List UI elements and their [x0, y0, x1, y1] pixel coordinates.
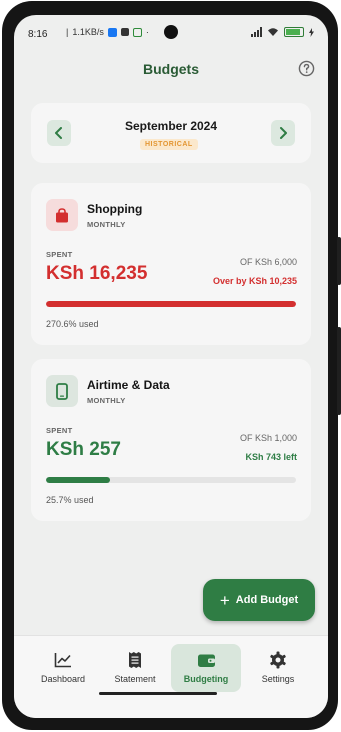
- plus-icon: +: [219, 590, 230, 610]
- facebook-icon: [107, 27, 117, 37]
- used-percentage: 25.7% used: [46, 495, 94, 505]
- help-circle-icon[interactable]: [298, 60, 315, 77]
- spent-amount: KSh 16,235: [46, 263, 148, 284]
- battery-icon: [284, 27, 304, 37]
- screen: 8:16 | 1.1KB/s · Budgets September 2024 …: [14, 15, 328, 718]
- phone-frame: 8:16 | 1.1KB/s · Budgets September 2024 …: [2, 1, 341, 730]
- progress-fill: [46, 301, 296, 307]
- bottom-navigation: Dashboard Statement Budgeting Settings: [14, 635, 328, 718]
- category-icon-box: [46, 375, 78, 407]
- progress-bar: [46, 301, 296, 307]
- used-percentage: 270.6% used: [46, 319, 99, 329]
- month-selector: September 2024 HISTORICAL: [31, 103, 311, 163]
- budget-name: Shopping: [87, 202, 143, 216]
- message-icon: [120, 28, 129, 36]
- smartphone-icon: [56, 382, 68, 400]
- progress-fill: [46, 477, 111, 483]
- network-speed: 1.1KB/s: [72, 27, 104, 37]
- budget-limit: OF KSh 6,000: [239, 257, 297, 267]
- gear-icon: [270, 651, 286, 669]
- status-right-icons: [251, 27, 314, 37]
- nav-item-budgeting[interactable]: Budgeting: [171, 644, 241, 692]
- volume-button: [337, 327, 341, 415]
- month-label: September 2024: [124, 119, 218, 133]
- home-indicator: [99, 692, 217, 695]
- next-month-button[interactable]: [271, 120, 295, 146]
- budget-limit: OF KSh 1,000: [239, 433, 297, 443]
- historical-badge: HISTORICAL: [140, 139, 198, 150]
- nav-item-dashboard[interactable]: Dashboard: [28, 644, 98, 692]
- budget-card-shopping[interactable]: Shopping MONTHLY SPENT KSh 16,235 OF KSh…: [31, 183, 311, 345]
- nav-label: Dashboard: [40, 674, 86, 684]
- receipt-icon: [129, 652, 141, 668]
- page-title: Budgets: [143, 61, 199, 77]
- budget-card-airtime-data[interactable]: Airtime & Data MONTHLY SPENT KSh 257 OF …: [31, 359, 311, 521]
- nav-item-settings[interactable]: Settings: [243, 644, 313, 692]
- spent-label: SPENT: [46, 426, 73, 435]
- spent-label: SPENT: [46, 250, 73, 259]
- budget-name: Airtime & Data: [87, 378, 170, 392]
- nav-item-statement[interactable]: Statement: [100, 644, 170, 692]
- nav-label: Settings: [261, 674, 295, 684]
- nav-label: Statement: [114, 674, 156, 684]
- status-bar: 8:16 | 1.1KB/s ·: [14, 15, 328, 51]
- budget-status: Over by KSh 10,235: [212, 276, 297, 286]
- wifi-icon: [268, 28, 278, 36]
- status-divider: |: [66, 27, 69, 37]
- budget-period: MONTHLY: [87, 396, 126, 405]
- add-budget-label: Add Budget: [235, 594, 299, 606]
- shopping-bag-icon: [56, 207, 68, 222]
- status-left-icons: | 1.1KB/s ·: [66, 27, 149, 37]
- budget-period: MONTHLY: [87, 220, 126, 229]
- signal-icon: [251, 27, 262, 37]
- chevron-right-icon: [280, 127, 287, 139]
- nav-label: Budgeting: [183, 674, 229, 684]
- progress-bar: [46, 477, 296, 483]
- charging-icon: [309, 27, 314, 37]
- category-icon-box: [46, 199, 78, 231]
- front-camera: [164, 25, 178, 39]
- battery-fill: [286, 29, 301, 35]
- power-button: [337, 237, 341, 285]
- status-time: 8:16: [28, 29, 48, 40]
- app-notification-icon: [132, 27, 142, 37]
- more-dot-icon: ·: [145, 27, 149, 37]
- budget-status: KSh 743 left: [245, 452, 297, 462]
- wallet-icon: [197, 654, 215, 667]
- spent-amount: KSh 257: [46, 439, 121, 460]
- app-header: Budgets: [14, 55, 328, 91]
- add-budget-button[interactable]: + Add Budget: [203, 579, 315, 621]
- chart-line-icon: [54, 653, 71, 668]
